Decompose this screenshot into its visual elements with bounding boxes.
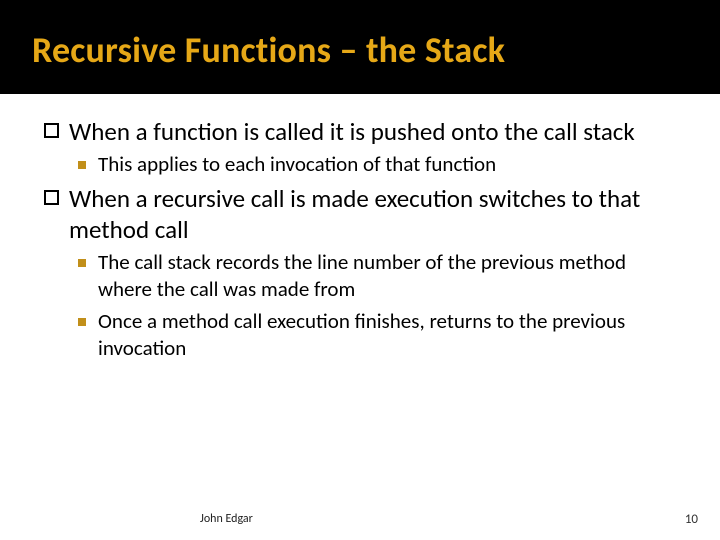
sub-bullet-icon [78,161,86,169]
bullet-text: This applies to each invocation of that … [98,151,496,178]
bullet-level1: When a recursive call is made execution … [44,183,676,246]
square-bullet-icon [44,123,59,138]
bullet-level2: This applies to each invocation of that … [78,151,676,178]
sub-bullet-icon [78,318,86,326]
bullet-text: When a function is called it is pushed o… [69,116,635,147]
bullet-level2: Once a method call execution finishes, r… [78,308,676,363]
bullet-text: The call stack records the line number o… [98,249,676,304]
bullet-level2: The call stack records the line number o… [78,249,676,304]
slide-title: Recursive Functions – the Stack [32,28,720,72]
sub-bullet-icon [78,259,86,267]
footer-author: John Edgar [200,512,253,526]
bullet-text: When a recursive call is made execution … [69,183,676,246]
footer: John Edgar 10 [0,512,720,526]
square-bullet-icon [44,190,59,205]
title-band: Recursive Functions – the Stack [0,0,720,94]
content-area: When a function is called it is pushed o… [0,94,720,362]
bullet-text: Once a method call execution finishes, r… [98,308,676,363]
bullet-level1: When a function is called it is pushed o… [44,116,676,147]
footer-page-number: 10 [685,512,698,527]
